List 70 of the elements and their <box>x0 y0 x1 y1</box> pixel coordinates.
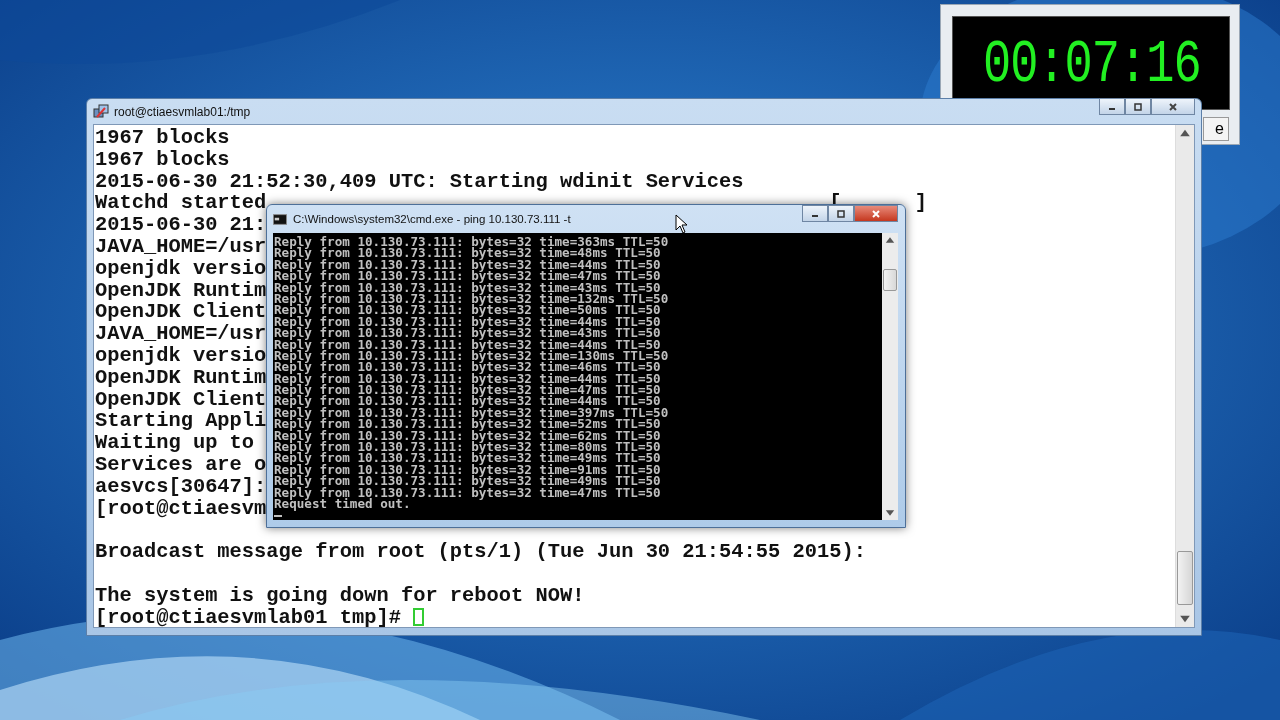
terminal-app-icon <box>93 103 109 120</box>
console-line: Reply from 10.130.73.111: bytes=32 time=44ms TTL=50 <box>274 338 661 350</box>
window-title: root@ctiaesvmlab01:/tmp <box>114 104 251 119</box>
window-title: C:\Windows\system32\cmd.exe - ping 10.130.73.111 -t <box>293 213 571 225</box>
console-line: Reply from 10.130.73.111: bytes=32 time=43ms TTL=50 <box>274 327 662 339</box>
scrollbar[interactable] <box>882 233 898 520</box>
terminal-line: Waiting up to <box>95 432 255 454</box>
console-line: Reply from 10.130.73.111: bytes=32 time=47ms TTL=50 <box>274 486 662 498</box>
terminal-line: OpenJDK Client <box>95 388 267 411</box>
terminal-line: 2015-06-30 21:52:30,409 UTC: Starting wdinit Services <box>95 170 744 193</box>
terminal-line: 2015-06-30 21: <box>95 214 267 236</box>
console-line: Reply from 10.130.73.111: bytes=32 time=91ms TTL=50 <box>274 463 662 476</box>
terminal-line: openjdk versio <box>95 257 267 280</box>
console-line: Reply from 10.130.73.111: bytes=32 time=397ms TTL=50 <box>274 406 670 419</box>
console-line: Reply from 10.130.73.111: bytes=32 time=62ms TTL=50 <box>274 429 662 442</box>
terminal-line: JAVA_HOME=/usr <box>95 323 267 345</box>
shell-prompt: [root@ctiaesvmlab01 tmp]# <box>95 606 401 627</box>
close-icon <box>871 208 881 219</box>
terminal-line: The system is going down for reboot NOW! <box>95 584 585 607</box>
console-line: Reply from 10.130.73.111: bytes=32 time=80ms TTL=50 <box>274 441 662 453</box>
console-line: Reply from 10.130.73.111: bytes=32 time=48ms TTL=50 <box>274 247 661 259</box>
text-cursor <box>274 515 282 518</box>
scrollbar-thumb[interactable] <box>1177 551 1193 605</box>
terminal-line: 1967 blocks <box>95 127 230 149</box>
timer-display: 00:07:16 <box>983 33 1201 98</box>
terminal-line: Services are o <box>95 453 267 476</box>
console-line: Reply from 10.130.73.111: bytes=32 time=49ms TTL=50 <box>274 452 662 464</box>
terminal-line: [root@ctiaesvm <box>95 497 267 520</box>
minimize-icon <box>812 214 818 217</box>
console-line: Reply from 10.130.73.111: bytes=32 time=363ms TTL=50 <box>274 236 670 248</box>
timer-button[interactable]: e <box>1203 117 1229 141</box>
text-cursor <box>413 608 425 627</box>
console-line: Reply from 10.130.73.111: bytes=32 time=44ms TTL=50 <box>274 258 662 271</box>
close-button[interactable] <box>854 205 898 222</box>
console-line: Reply from 10.130.73.111: bytes=32 time=47ms TTL=50 <box>274 384 662 396</box>
status-bracket: ] <box>914 192 928 215</box>
close-icon <box>1168 101 1178 112</box>
minimize-button[interactable] <box>802 205 828 222</box>
maximize-icon <box>836 208 846 219</box>
console-app-icon <box>273 213 287 225</box>
terminal-line: Broadcast message from root (pts/1) (Tue Jun 30 21:54:55 2015): <box>95 541 866 563</box>
console-line: Reply from 10.130.73.111: bytes=32 time=44ms TTL=50 <box>274 315 662 328</box>
terminal-line: Watchd started <box>95 192 267 215</box>
terminal-line: openjdk versio <box>95 344 267 367</box>
maximize-button[interactable] <box>1125 98 1151 115</box>
terminal-line: Starting Appli <box>95 410 267 433</box>
maximize-button[interactable] <box>828 205 854 222</box>
maximize-icon <box>1133 101 1143 112</box>
terminal-line: OpenJDK Runtim <box>95 279 267 302</box>
minimize-button[interactable] <box>1099 98 1125 115</box>
terminal-line: aesvcs[30647]: <box>95 475 267 498</box>
console-line: Reply from 10.130.73.111: bytes=32 time=52ms TTL=50 <box>274 418 661 430</box>
console-line: Reply from 10.130.73.111: bytes=32 time=44ms TTL=50 <box>274 372 662 385</box>
console-line: Reply from 10.130.73.111: bytes=32 time=43ms TTL=50 <box>274 281 661 293</box>
console-line: Reply from 10.130.73.111: bytes=32 time=130ms TTL=50 <box>274 349 670 362</box>
console-line: Reply from 10.130.73.111: bytes=32 time=49ms TTL=50 <box>274 475 662 487</box>
terminal-line: 1967 blocks <box>95 148 230 171</box>
scrollbar[interactable] <box>1175 125 1194 627</box>
minimize-icon <box>1109 107 1115 110</box>
close-button[interactable] <box>1151 98 1195 115</box>
console-line: Reply from 10.130.73.111: bytes=32 time=44ms TTL=50 <box>274 395 661 407</box>
scrollbar-thumb[interactable] <box>883 269 897 291</box>
console-line: Reply from 10.130.73.111: bytes=32 time=46ms TTL=50 <box>274 361 661 373</box>
terminal-line: OpenJDK Runtim <box>95 366 267 389</box>
terminal-line: JAVA_HOME=/usr <box>95 236 267 258</box>
console-line: Request timed out. <box>274 498 411 510</box>
console-line: Reply from 10.130.73.111: bytes=32 time=50ms TTL=50 <box>274 304 661 316</box>
terminal-line: OpenJDK Client <box>95 301 267 324</box>
console-line: Reply from 10.130.73.111: bytes=32 time=47ms TTL=50 <box>274 270 662 282</box>
console-line: Reply from 10.130.73.111: bytes=32 time=132ms TTL=50 <box>274 292 670 305</box>
